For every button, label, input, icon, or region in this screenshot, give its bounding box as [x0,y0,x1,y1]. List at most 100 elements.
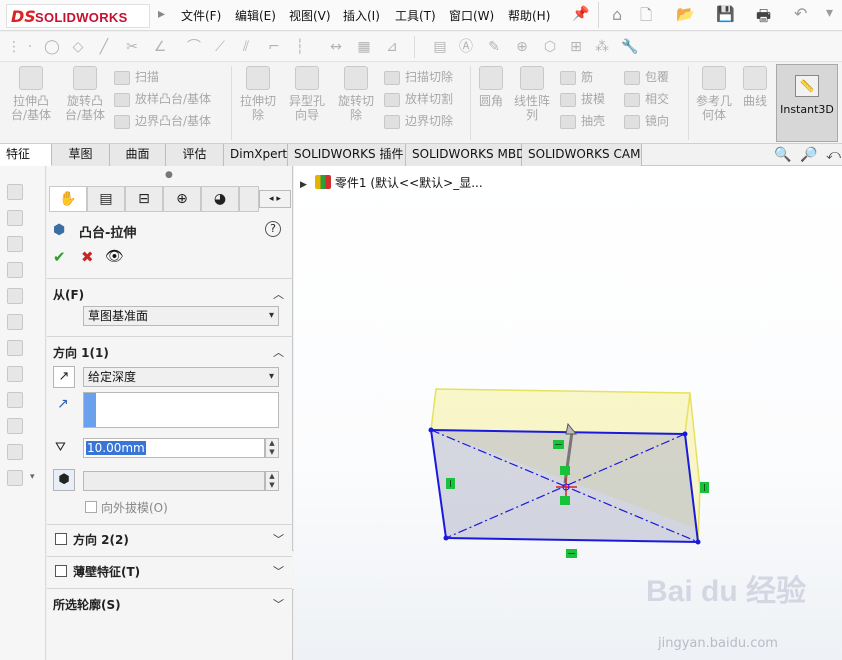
zoom-to-fit-icon[interactable]: 🔍 [774,147,791,163]
sheet-icon[interactable]: ▤ [430,37,450,57]
linear-pattern-button[interactable]: 线性阵列 [512,66,552,122]
balloon-icon[interactable]: ⊕ [512,37,532,57]
tab-dimxpert[interactable]: DimXpert [224,144,288,166]
menu-insert[interactable]: 插入(I) [343,7,380,24]
shell-button[interactable]: 抽壳 [560,110,605,132]
preview-eye-icon[interactable]: 👁 [105,247,124,265]
hole-wizard-button[interactable]: 异型孔向导 [284,66,330,122]
configuration-manager-tab-icon[interactable]: ⊟ [125,186,163,212]
cut-icon[interactable] [7,262,23,278]
expand-chevron-icon[interactable]: ﹀ [273,531,284,547]
instant3d-button[interactable]: 📏 Instant3D [776,64,838,142]
extrude-preview-icon[interactable] [7,210,23,226]
intersect-button[interactable]: 相交 [624,88,669,110]
surface-finish-icon[interactable]: ⬡ [540,37,560,57]
dimension-icon[interactable]: ↔ [326,37,346,57]
3d-view-icon[interactable] [7,184,23,200]
reference-geometry-button[interactable]: 参考几何体 [694,66,734,122]
tangent-arc-icon[interactable]: ⌒ [184,37,204,57]
from-section-header[interactable]: 从(F) [53,286,84,303]
pin-icon[interactable]: 📌 [572,6,589,22]
offset-icon[interactable]: ⫽ [236,37,256,57]
menu-window[interactable]: 窗口(W) [449,7,494,24]
home-icon[interactable]: ⌂ [612,5,622,24]
extend-icon[interactable]: ⟋ [210,37,230,57]
tab-solidworks-cam[interactable]: SOLIDWORKS CAM [522,144,642,166]
extrude-boss-button[interactable]: 拉伸凸台/基体 [6,66,56,122]
more-strip-icon[interactable] [7,470,23,486]
datum-icon[interactable]: ⊞ [566,37,586,57]
grid-icon[interactable]: ▦ [354,37,374,57]
draft-outward-checkbox[interactable] [85,501,97,513]
wrap-button[interactable]: 包覆 [624,66,669,88]
graphics-area[interactable]: ▶ 零件1 (默认<<默认>_显... Bai du 经验 jingyan.ba… [294,166,842,660]
open-folder-icon[interactable]: 📂 [676,5,695,23]
mirror-button[interactable]: 镜向 [624,110,669,132]
lofted-cut-button[interactable]: 放样切割 [384,88,453,110]
new-document-icon[interactable]: 🗋 [640,5,652,30]
tab-solidworks-addins[interactable]: SOLIDWORKS 插件 [288,144,406,166]
direction2-section-header[interactable]: 方向 2(2) [73,531,129,548]
menu-file[interactable]: 文件(F) [181,7,221,24]
draft-angle-input[interactable] [83,471,265,491]
centerline-icon[interactable]: ┆ [290,37,310,57]
from-combo[interactable]: 草图基准面 ▾ [83,306,279,326]
menu-view[interactable]: 视图(V) [289,7,331,24]
pattern-strip-icon[interactable] [7,418,23,434]
mirror-strip-icon[interactable] [7,444,23,460]
display-manager-tab-icon[interactable]: ◕ [201,186,239,212]
boundary-cut-button[interactable]: 边界切除 [384,110,453,132]
thin-feature-section-header[interactable]: 薄壁特征(T) [73,563,140,580]
more-arrow-icon[interactable]: ▾ [826,5,833,21]
revolve-strip-icon[interactable] [7,314,23,330]
collapse-chevron-icon[interactable]: ︿ [273,344,284,360]
extrude-cut-button[interactable]: 拉伸切除 [236,66,280,122]
reverse-direction-icon[interactable]: ↗ [53,366,75,388]
wrench-icon[interactable]: 🔧 [620,37,640,57]
sweep-button[interactable]: 扫描 [114,66,211,88]
boss-icon[interactable] [7,236,23,252]
menu-tools[interactable]: 工具(T) [395,7,436,24]
cancel-x-icon[interactable]: ✖ [81,248,94,266]
draft-strip-icon[interactable] [7,392,23,408]
undo-icon[interactable]: ↶ [794,4,807,23]
tab-surfaces[interactable]: 曲面 [110,144,166,166]
draft-spinner-icon[interactable]: ▲ ▼ [265,471,279,491]
annotation-icon[interactable]: Ⓐ [456,37,476,57]
feature-manager-tab-icon[interactable]: ✋ [49,186,87,212]
previous-view-icon[interactable]: ⤺ [826,147,841,163]
fillet-button[interactable]: 圆角 [476,66,506,108]
menu-edit[interactable]: 编辑(E) [235,7,276,24]
tab-sketch[interactable]: 草图 [52,144,110,166]
tab-scroll-arrows-icon[interactable]: ◂ ▸ [259,190,291,208]
trim-icon[interactable]: ✂ [122,37,142,57]
curves-button[interactable]: 曲线 [740,66,770,108]
direction2-checkbox[interactable] [55,533,67,545]
expand-chevron-icon[interactable]: ﹀ [273,563,284,579]
revolve-cut-button[interactable]: 旋转切除 [334,66,378,122]
save-icon[interactable]: 💾 [716,5,735,23]
tab-solidworks-mbd[interactable]: SOLIDWORKS MBD [406,144,525,166]
shell-strip-icon[interactable] [7,366,23,382]
strip-dropdown-icon[interactable]: ▾ [30,472,35,482]
boundary-boss-button[interactable]: 边界凸台/基体 [114,110,211,132]
relation-icon[interactable]: ⊿ [382,37,402,57]
solidworks-logo[interactable]: DS SOLIDWORKS [6,4,150,28]
print-icon[interactable]: 🖶 [756,5,771,32]
dimxpert-manager-tab-icon[interactable]: ⊕ [163,186,201,212]
line-icon[interactable]: ╱ [94,37,114,57]
menu-expand-icon[interactable]: ▸ [158,6,174,24]
tab-evaluate[interactable]: 评估 [166,144,224,166]
fillet-strip-icon[interactable] [7,288,23,304]
revolve-boss-button[interactable]: 旋转凸台/基体 [60,66,110,122]
point-icon[interactable]: · [20,37,40,57]
more-tabs-icon[interactable] [239,186,259,212]
panel-grip-icon[interactable]: ● [165,170,173,180]
rib-strip-icon[interactable] [7,340,23,356]
swept-cut-button[interactable]: 扫描切除 [384,66,453,88]
angle-icon[interactable]: ∠ [150,37,170,57]
hatch-icon[interactable]: ⁂ [592,37,612,57]
rib-button[interactable]: 筋 [560,66,605,88]
expand-chevron-icon[interactable]: ﹀ [273,596,284,612]
depth-spinner-icon[interactable]: ▲ ▼ [265,438,279,458]
